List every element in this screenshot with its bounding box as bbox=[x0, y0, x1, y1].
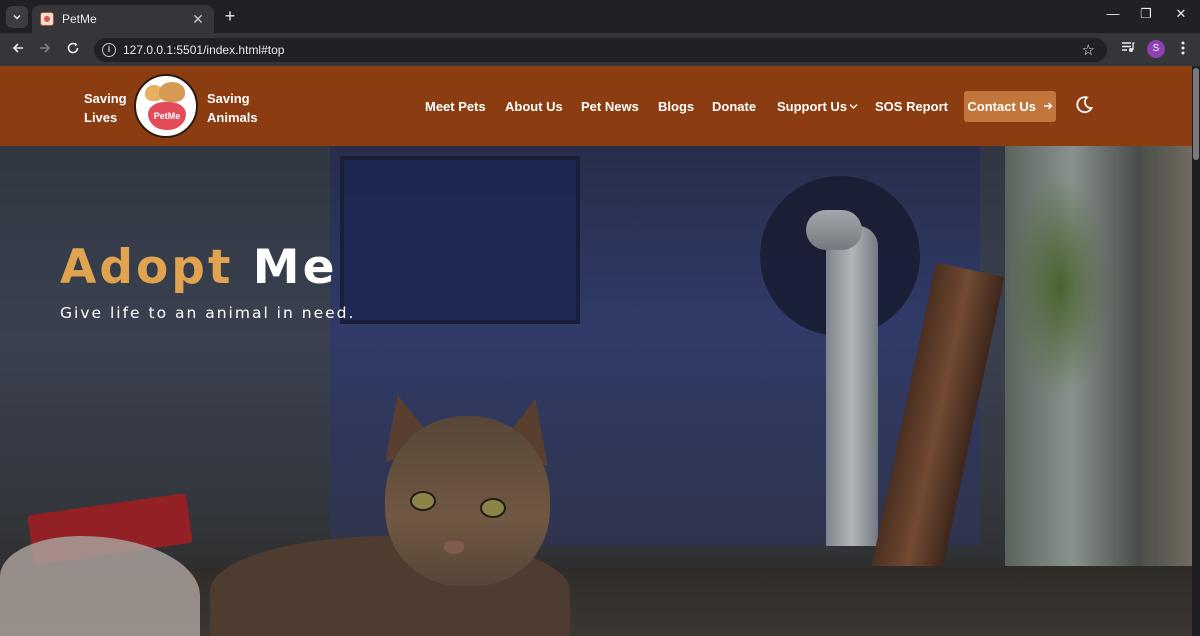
scrollbar-thumb[interactable] bbox=[1193, 68, 1199, 160]
hero-section: Adopt Me Give life to an animal in need. bbox=[0, 146, 1192, 636]
tab-title: PetMe bbox=[62, 12, 97, 26]
contact-us-label: Contact Us bbox=[967, 99, 1036, 114]
moon-icon bbox=[1076, 96, 1094, 114]
hero-subtitle: Give life to an animal in need. bbox=[60, 304, 356, 322]
chevron-down-icon bbox=[849, 102, 858, 112]
nav-donate[interactable]: Donate bbox=[712, 99, 756, 114]
slogan-left-line1: Saving bbox=[84, 91, 127, 106]
slogan-right-line2: Animals bbox=[207, 110, 258, 125]
restore-button[interactable]: ❐ bbox=[1136, 6, 1156, 22]
info-icon[interactable]: i bbox=[102, 43, 116, 57]
browser-tabstrip: PetMe ✕ + — ❐ ✕ bbox=[0, 0, 1200, 33]
arrow-right-icon bbox=[40, 43, 51, 53]
media-controls-icon[interactable] bbox=[1119, 41, 1137, 56]
close-window-button[interactable]: ✕ bbox=[1171, 6, 1191, 22]
petme-logo[interactable]: PetMe bbox=[134, 74, 198, 138]
site-header: Saving Lives PetMe Saving Animals Meet P… bbox=[0, 66, 1192, 146]
petme-favicon-icon bbox=[40, 12, 54, 26]
page-viewport: Saving Lives PetMe Saving Animals Meet P… bbox=[0, 66, 1200, 636]
logo-text: PetMe bbox=[153, 111, 181, 121]
browser-toolbar: i 127.0.0.1:5501/index.html#top ☆ S bbox=[0, 33, 1200, 66]
nav-pet-news[interactable]: Pet News bbox=[581, 99, 639, 114]
hero-overlay bbox=[0, 146, 1192, 636]
back-button[interactable] bbox=[9, 41, 27, 59]
profile-avatar[interactable]: S bbox=[1147, 40, 1165, 58]
hero-title-word1: Adopt bbox=[60, 240, 234, 295]
nav-about-us[interactable]: About Us bbox=[505, 99, 563, 114]
url-text[interactable]: 127.0.0.1:5501/index.html#top bbox=[123, 43, 284, 57]
nav-support-us-label: Support Us bbox=[777, 99, 848, 114]
contact-us-button[interactable]: Contact Us bbox=[964, 91, 1056, 122]
theme-toggle-button[interactable] bbox=[1074, 95, 1094, 115]
forward-button[interactable] bbox=[36, 41, 54, 59]
star-icon[interactable]: ☆ bbox=[1082, 41, 1095, 59]
address-bar[interactable]: i 127.0.0.1:5501/index.html#top ☆ bbox=[94, 38, 1107, 62]
dog-icon bbox=[159, 82, 185, 102]
hero-title-word2: Me bbox=[252, 240, 338, 295]
browser-tab-active[interactable]: PetMe ✕ bbox=[32, 5, 214, 33]
reload-button[interactable] bbox=[64, 41, 82, 59]
minimize-button[interactable]: — bbox=[1103, 6, 1123, 21]
nav-sos-report[interactable]: SOS Report bbox=[875, 99, 948, 114]
tab-close-icon[interactable]: ✕ bbox=[190, 11, 206, 28]
chevron-down-icon bbox=[13, 14, 21, 20]
page-scrollbar[interactable] bbox=[1192, 66, 1200, 636]
arrow-left-icon bbox=[12, 43, 23, 53]
nav-meet-pets[interactable]: Meet Pets bbox=[425, 99, 486, 114]
reload-icon bbox=[67, 42, 79, 54]
heart-icon: PetMe bbox=[148, 102, 186, 130]
nav-blogs[interactable]: Blogs bbox=[658, 99, 694, 114]
kebab-menu-icon[interactable] bbox=[1174, 41, 1192, 58]
tab-search-button[interactable] bbox=[6, 6, 28, 28]
slogan-right-line1: Saving bbox=[207, 91, 250, 106]
hero-title: Adopt Me bbox=[60, 240, 337, 295]
slogan-right: Saving Animals bbox=[207, 89, 258, 127]
arrow-right-icon bbox=[1043, 102, 1053, 110]
slogan-left-line2: Lives bbox=[84, 110, 118, 125]
slogan-left: Saving Lives bbox=[84, 89, 127, 127]
new-tab-button[interactable]: + bbox=[220, 7, 240, 27]
nav-support-us[interactable]: Support Us bbox=[777, 99, 858, 114]
